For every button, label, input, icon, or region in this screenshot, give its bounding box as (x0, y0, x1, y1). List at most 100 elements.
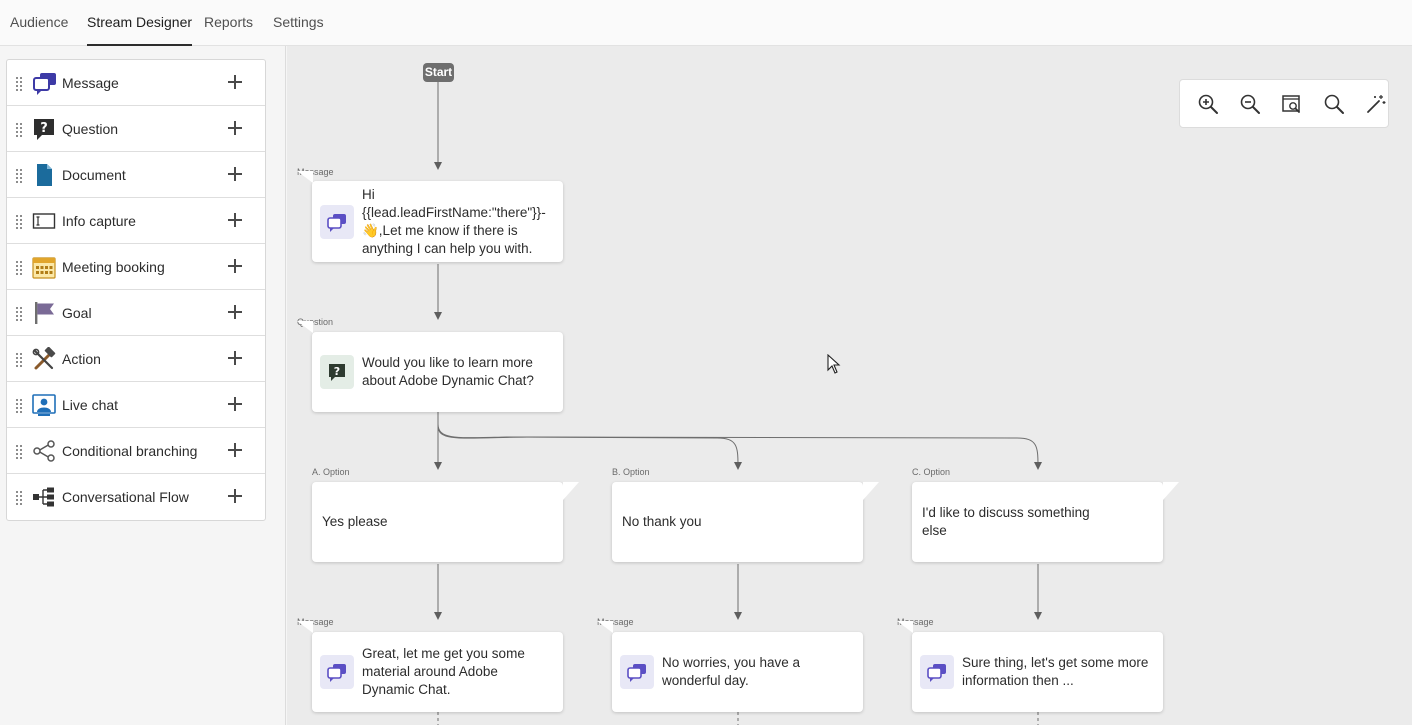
question-text-line: Would you like to learn more (362, 355, 533, 370)
option-text: Yes please (322, 514, 388, 529)
zoom-out-icon[interactable] (1239, 93, 1261, 115)
mouse-cursor-icon (827, 354, 841, 374)
question-icon: ? (32, 117, 56, 141)
message-text-line: information then ... (962, 673, 1074, 688)
drag-handle-icon[interactable] (16, 445, 24, 459)
palette-item-label: Conditional branching (62, 443, 198, 459)
message-text-line: {{lead.leadFirstName:"there"}}- (362, 205, 546, 220)
option-node-a[interactable]: Yes please (312, 482, 563, 562)
add-meeting-booking-button[interactable] (227, 258, 243, 274)
card-notch (597, 621, 613, 633)
message-text-line: wonderful day. (662, 673, 749, 688)
palette-item-info-capture[interactable]: Info capture (7, 198, 265, 244)
calendar-icon (32, 255, 56, 279)
option-node-c[interactable]: I'd like to discuss something else (912, 482, 1163, 562)
palette-item-label: Document (62, 167, 126, 183)
message-text-line: Dynamic Chat. (362, 682, 451, 697)
document-icon (32, 163, 56, 187)
message-icon (620, 655, 654, 689)
flow-icon (32, 485, 56, 509)
option-label: A. Option (312, 467, 350, 477)
card-notch (297, 321, 313, 333)
palette-item-label: Goal (62, 305, 92, 321)
palette-item-conditional-branching[interactable]: Conditional branching (7, 428, 265, 474)
message-text-line: material around Adobe (362, 664, 498, 679)
option-text: No thank you (622, 514, 702, 529)
top-navigation: Audience Stream Designer Reports Setting… (0, 0, 1412, 46)
drag-handle-icon[interactable] (16, 399, 24, 413)
drag-handle-icon[interactable] (16, 307, 24, 321)
palette-item-goal[interactable]: Goal (7, 290, 265, 336)
message-text-line: anything I can help you with. (362, 241, 533, 256)
palette-item-label: Info capture (62, 213, 136, 229)
live-chat-icon (32, 393, 56, 417)
palette-item-conversational-flow[interactable]: Conversational Flow (7, 474, 265, 520)
message-node[interactable]: Great, let me get you some material arou… (312, 632, 563, 712)
hammer-wrench-icon (32, 346, 56, 371)
message-icon (32, 71, 56, 95)
card-notch (897, 621, 913, 633)
add-goal-button[interactable] (227, 304, 243, 320)
drag-handle-icon[interactable] (16, 123, 24, 137)
add-message-button[interactable] (227, 74, 243, 90)
message-node[interactable]: Hi {{lead.leadFirstName:"there"}}- 👋,Let… (312, 181, 563, 262)
palette-item-label: Conversational Flow (62, 489, 189, 505)
message-text-line: Hi (362, 187, 375, 202)
palette-item-message[interactable]: Message (7, 60, 265, 106)
message-text-line: Sure thing, let's get some more (962, 655, 1149, 670)
add-info-capture-button[interactable] (227, 212, 243, 228)
add-document-button[interactable] (227, 166, 243, 182)
add-conversational-flow-button[interactable] (227, 488, 243, 504)
palette-item-label: Message (62, 75, 119, 91)
message-text-line: 👋,Let me know if there is (362, 223, 518, 238)
zoom-in-icon[interactable] (1197, 93, 1219, 115)
palette-item-action[interactable]: Action (7, 336, 265, 382)
drag-handle-icon[interactable] (16, 77, 24, 91)
palette-item-label: Question (62, 121, 119, 137)
drag-handle-icon[interactable] (16, 169, 24, 183)
message-icon (920, 655, 954, 689)
palette-item-document[interactable]: Document (7, 152, 265, 198)
tab-settings[interactable]: Settings (273, 14, 324, 46)
message-node[interactable]: No worries, you have a wonderful day. (612, 632, 863, 712)
search-icon[interactable] (1323, 93, 1345, 115)
component-palette-panel: Message ? Question Document Info capture… (0, 46, 286, 725)
option-label: C. Option (912, 467, 951, 477)
drag-handle-icon[interactable] (16, 215, 24, 229)
flag-icon (32, 301, 56, 325)
magic-wand-icon[interactable] (1365, 93, 1387, 115)
palette-item-meeting-booking[interactable]: Meeting booking (7, 244, 265, 290)
add-question-button[interactable] (227, 120, 243, 136)
connector (437, 423, 742, 470)
add-action-button[interactable] (227, 350, 243, 366)
card-notch (1163, 482, 1179, 500)
component-list: Message ? Question Document Info capture… (6, 59, 266, 521)
tab-reports[interactable]: Reports (204, 14, 253, 46)
drag-handle-icon[interactable] (16, 491, 24, 505)
drag-handle-icon[interactable] (16, 261, 24, 275)
add-conditional-branching-button[interactable] (227, 442, 243, 458)
message-icon (320, 205, 354, 239)
palette-item-label: Live chat (62, 397, 119, 413)
card-notch (297, 621, 313, 633)
message-node[interactable]: Sure thing, let's get some more informat… (912, 632, 1163, 712)
palette-item-question[interactable]: ? Question (7, 106, 265, 152)
palette-item-live-chat[interactable]: Live chat (7, 382, 265, 428)
palette-item-label: Action (62, 351, 101, 367)
drag-handle-icon[interactable] (16, 353, 24, 367)
start-node[interactable]: Start (423, 63, 454, 82)
message-text-line: Great, let me get you some (362, 646, 525, 661)
card-notch (297, 171, 313, 183)
tab-stream-designer[interactable]: Stream Designer (87, 14, 193, 46)
option-node-b[interactable]: No thank you (612, 482, 863, 562)
canvas-zoom-toolbar (1179, 79, 1389, 128)
tab-audience[interactable]: Audience (10, 14, 68, 46)
add-live-chat-button[interactable] (227, 396, 243, 412)
svg-text:?: ? (40, 121, 48, 136)
message-text-line: No worries, you have a (662, 655, 801, 670)
stream-designer-canvas[interactable]: Start Message Hi {{lead.leadFirstName:"t… (287, 46, 1412, 725)
fit-to-screen-icon[interactable] (1281, 93, 1303, 115)
question-node[interactable]: ? Would you like to learn more about Ado… (312, 332, 563, 412)
info-capture-icon (32, 209, 56, 233)
option-text: else (922, 523, 947, 538)
